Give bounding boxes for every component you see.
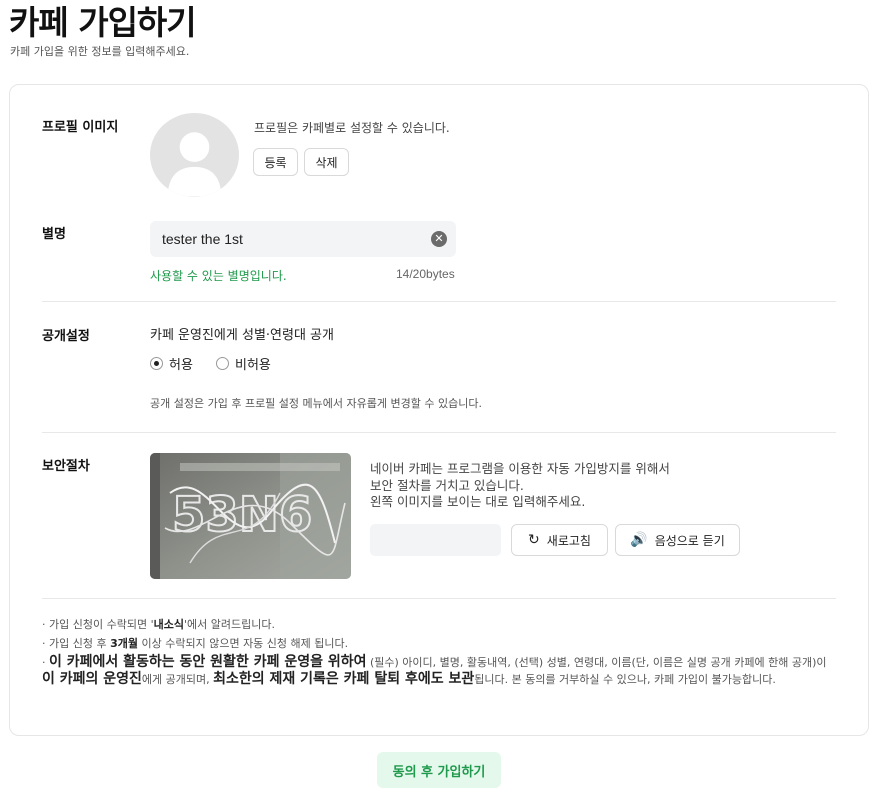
page-subtitle: 카페 가입을 위한 정보를 입력해주세요.	[10, 45, 190, 58]
profile-image-label: 프로필 이미지	[42, 120, 119, 135]
security-label: 보안절차	[42, 459, 90, 474]
notice-emphasis: 이 카페의 운영진	[42, 671, 142, 687]
disclosure-label: 공개설정	[42, 329, 90, 344]
radio-deny-dot[interactable]	[216, 357, 229, 370]
notice-item: · 가입 신청이 수락되면 '내소식'에서 알려드립니다.	[42, 618, 275, 631]
security-desc-line: 보안 절차를 거치고 있습니다.	[370, 477, 524, 493]
refresh-label: 새로고침	[546, 533, 591, 548]
join-form-card: 프로필 이미지 프로필은 카페별로 설정할 수 있습니다. 등록 삭제 별명 ✕…	[9, 84, 869, 736]
refresh-icon: ↻	[528, 532, 540, 548]
notice-text: 이상 수락되지 않으면 자동 신청 해제 됩니다.	[138, 637, 349, 650]
notice-text: '에서 알려드립니다.	[183, 618, 275, 631]
clear-icon[interactable]: ✕	[431, 231, 447, 247]
nickname-byte-count: 14/20bytes	[396, 267, 455, 281]
nickname-status: 사용할 수 있는 별명입니다.	[150, 269, 287, 283]
refresh-captcha-button[interactable]: ↻ 새로고침	[511, 524, 608, 556]
audio-captcha-button[interactable]: 🔊 음성으로 듣기	[615, 524, 740, 556]
notice-emphasis: 최소한의 제재 기록은 카페 탈퇴 후에도 보관	[213, 671, 475, 687]
notice-text: 가입 신청이 수락되면 '	[49, 618, 154, 631]
radio-allow-label: 허용	[169, 358, 193, 373]
radio-deny[interactable]: 비허용	[216, 354, 271, 373]
notice-item: · 이 카페에서 활동하는 동안 원활한 카페 운영을 위하여 (필수) 아이디…	[42, 654, 827, 687]
audio-label: 음성으로 듣기	[654, 533, 725, 548]
captcha-input[interactable]	[370, 524, 501, 556]
speaker-icon: 🔊	[630, 532, 648, 548]
security-desc-line: 왼쪽 이미지를 보이는 대로 입력해주세요.	[370, 494, 586, 509]
radio-allow[interactable]: 허용	[150, 354, 193, 373]
captcha-image: 53N6	[150, 453, 351, 579]
register-profile-button[interactable]: 등록	[253, 148, 298, 176]
notice-text: 에게 공개되며,	[141, 673, 214, 686]
notice-emphasis: 이 카페에서 활동하는 동안 원활한 카페 운영을 위하여	[49, 654, 367, 670]
page-title: 카페 가입하기	[9, 3, 197, 42]
divider	[42, 432, 836, 433]
security-desc-line: 네이버 카페는 프로그램을 이용한 자동 가입방지를 위해서	[370, 461, 670, 476]
notice-list: · 가입 신청이 수락되면 '내소식'에서 알려드립니다. · 가입 신청 후 …	[42, 617, 842, 688]
profile-description: 프로필은 카페별로 설정할 수 있습니다.	[254, 121, 450, 135]
captcha-text: 53N6	[172, 487, 312, 543]
disclosure-title: 카페 운영진에게 성별·연령대 공개	[150, 328, 334, 343]
delete-profile-button[interactable]: 삭제	[304, 148, 349, 176]
nickname-label: 별명	[42, 227, 66, 242]
avatar	[150, 113, 239, 197]
notice-bold: 3개월	[110, 637, 138, 650]
notice-bold: 내소식	[153, 618, 184, 631]
notice-item: · 가입 신청 후 3개월 이상 수락되지 않으면 자동 신청 해제 됩니다.	[42, 637, 349, 650]
divider	[42, 598, 836, 599]
notice-text: 됩니다. 본 동의를 거부하실 수 있으나, 카페 가입이 불가능합니다.	[474, 673, 776, 686]
default-avatar-icon	[167, 132, 222, 197]
radio-deny-label: 비허용	[235, 358, 271, 373]
divider	[42, 301, 836, 302]
notice-text: 가입 신청 후	[49, 637, 111, 650]
nickname-input[interactable]	[162, 221, 422, 257]
radio-allow-dot[interactable]	[150, 357, 163, 370]
agree-and-join-button[interactable]: 동의 후 가입하기	[377, 752, 501, 788]
notice-text: (필수) 아이디, 별명, 활동내역, (선택) 성별, 연령대, 이름(단, …	[366, 656, 827, 669]
security-description: 네이버 카페는 프로그램을 이용한 자동 가입방지를 위해서 보안 절차를 거치…	[370, 461, 670, 511]
disclosure-note: 공개 설정은 가입 후 프로필 설정 메뉴에서 자유롭게 변경할 수 있습니다.	[150, 397, 482, 410]
nickname-field-wrapper: ✕	[150, 221, 456, 257]
